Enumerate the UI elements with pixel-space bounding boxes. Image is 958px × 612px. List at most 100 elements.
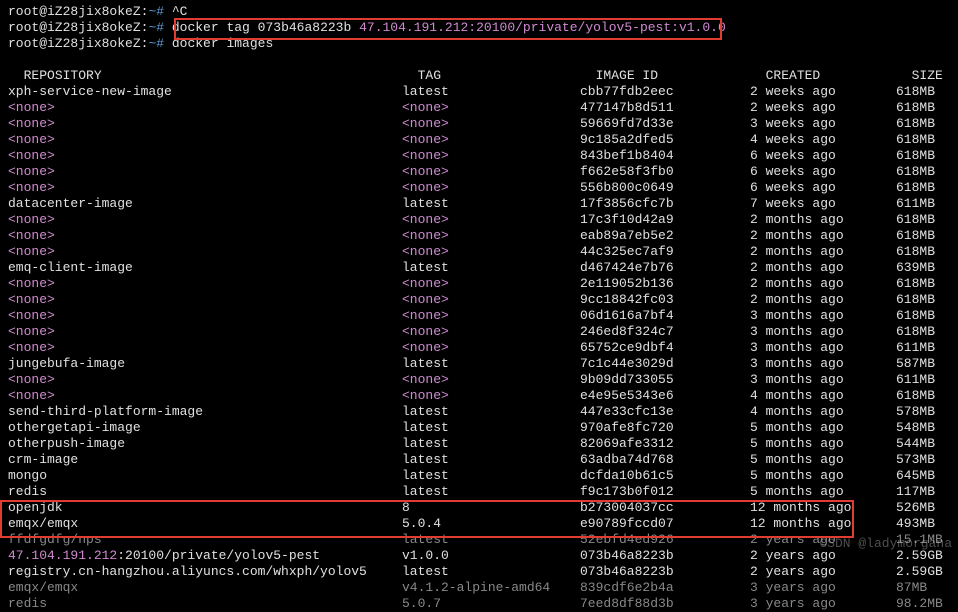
prompt-user: root@iZ28jix8okeZ [8,4,141,19]
cell-id: 63adba74d768 [580,452,750,468]
table-row: redislatestf9c173b0f0125 months ago117MB [8,484,950,500]
cell-id: 9b09dd733055 [580,372,750,388]
cell-tag: v1.0.0 [402,548,580,564]
cell-id: 447e33cfc13e [580,404,750,420]
cell-size: 618MB [896,212,956,228]
prompt-line-1: root@iZ28jix8okeZ:~# ^C [8,4,950,20]
cell-id: 17c3f10d42a9 [580,212,750,228]
cell-id: 59669fd7d33e [580,116,750,132]
cell-tag: latest [402,196,580,212]
cell-id: 839cdf6e2b4a [580,580,750,596]
cell-id: dcfda10b61c5 [580,468,750,484]
cell-created: 2 months ago [750,276,896,292]
cell-repo: mongo [8,468,402,484]
cell-id: 073b46a8223b [580,564,750,580]
cell-created: 5 months ago [750,484,896,500]
cell-size: 618MB [896,228,956,244]
cell-repo: emq-client-image [8,260,402,276]
cell-repo: datacenter-image [8,196,402,212]
cell-repo: emqx/emqx [8,516,402,532]
cell-id: 06d1616a7bf4 [580,308,750,324]
table-row: redis5.0.77eed8df88d3b3 years ago98.2MB [8,596,950,612]
table-row: <none><none>17c3f10d42a92 months ago618M… [8,212,950,228]
cell-size: 493MB [896,516,956,532]
cell-size: 548MB [896,420,956,436]
cell-size: 611MB [896,372,956,388]
cell-created: 5 months ago [750,420,896,436]
cell-tag: latest [402,564,580,580]
cell-tag: latest [402,420,580,436]
cell-tag: 8 [402,500,580,516]
cell-repo: otherpush-image [8,436,402,452]
table-row: send-third-platform-imagelatest447e33cfc… [8,404,950,420]
cell-id: e4e95e5343e6 [580,388,750,404]
cell-repo: othergetapi-image [8,420,402,436]
cell-size: 611MB [896,196,956,212]
cell-created: 3 months ago [750,340,896,356]
header-id: IMAGE ID [596,68,766,84]
cell-size: 618MB [896,132,956,148]
cell-created: 2 months ago [750,212,896,228]
cell-size: 618MB [896,292,956,308]
cell-tag: latest [402,436,580,452]
cell-size: 544MB [896,436,956,452]
table-row: otherpush-imagelatest82069afe33125 month… [8,436,950,452]
table-row: registry.cn-hangzhou.aliyuncs.com/whxph/… [8,564,950,580]
prompt-line-3[interactable]: root@iZ28jix8okeZ:~# docker images [8,36,950,52]
header-size: SIZE [912,68,958,84]
cell-id: cbb77fdb2eec [580,84,750,100]
table-row: <none><none>9b09dd7330553 months ago611M… [8,372,950,388]
header-repo: REPOSITORY [24,68,418,84]
cell-size: 2.59GB [896,564,956,580]
table-row: <none><none>556b800c06496 weeks ago618MB [8,180,950,196]
cell-repo: <none> [8,132,402,148]
cell-tag: <none> [402,292,580,308]
cell-tag: <none> [402,372,580,388]
cell-size: 87MB [896,580,956,596]
cell-size: 526MB [896,500,956,516]
cell-repo: <none> [8,308,402,324]
cell-repo: crm-image [8,452,402,468]
cell-tag: <none> [402,100,580,116]
cell-created: 2 years ago [750,564,896,580]
cell-size: 611MB [896,340,956,356]
table-row: <none><none>9c185a2dfed54 weeks ago618MB [8,132,950,148]
cell-size: 578MB [896,404,956,420]
table-row: <none><none>06d1616a7bf43 months ago618M… [8,308,950,324]
cell-repo: <none> [8,164,402,180]
cell-tag: <none> [402,244,580,260]
cell-created: 5 months ago [750,452,896,468]
table-row: <none><none>477147b8d5112 weeks ago618MB [8,100,950,116]
cell-created: 3 months ago [750,372,896,388]
prompt-line-2[interactable]: root@iZ28jix8okeZ:~# docker tag 073b46a8… [8,20,950,36]
cell-repo: <none> [8,244,402,260]
cell-repo: <none> [8,292,402,308]
cell-created: 5 months ago [750,436,896,452]
cell-created: 2 weeks ago [750,84,896,100]
cell-created: 4 months ago [750,404,896,420]
cell-tag: <none> [402,308,580,324]
cell-repo: xph-service-new-image [8,84,402,100]
cell-created: 5 months ago [750,468,896,484]
table-row: ffdfgdfg/npslatest52ebfd4ed9262 years ag… [8,532,950,548]
cell-created: 2 months ago [750,228,896,244]
cell-created: 3 years ago [750,580,896,596]
cell-id: 7eed8df88d3b [580,596,750,612]
cell-created: 3 months ago [750,308,896,324]
cell-id: d467424e7b76 [580,260,750,276]
cell-tag: <none> [402,324,580,340]
cell-id: b273004037cc [580,500,750,516]
cell-id: 843bef1b8404 [580,148,750,164]
cell-created: 2 months ago [750,260,896,276]
cell-tag: latest [402,84,580,100]
cell-repo: 47.104.191.212:20100/private/yolov5-pest [8,548,402,564]
table-row: datacenter-imagelatest17f3856cfc7b7 week… [8,196,950,212]
cell-id: 52ebfd4ed926 [580,532,750,548]
cmd-1: ^C [164,4,187,19]
cell-tag: <none> [402,164,580,180]
cell-tag: v4.1.2-alpine-amd64 [402,580,580,596]
cell-id: 477147b8d511 [580,100,750,116]
cell-repo: openjdk [8,500,402,516]
cell-id: 970afe8fc720 [580,420,750,436]
table-row: xph-service-new-imagelatestcbb77fdb2eec2… [8,84,950,100]
